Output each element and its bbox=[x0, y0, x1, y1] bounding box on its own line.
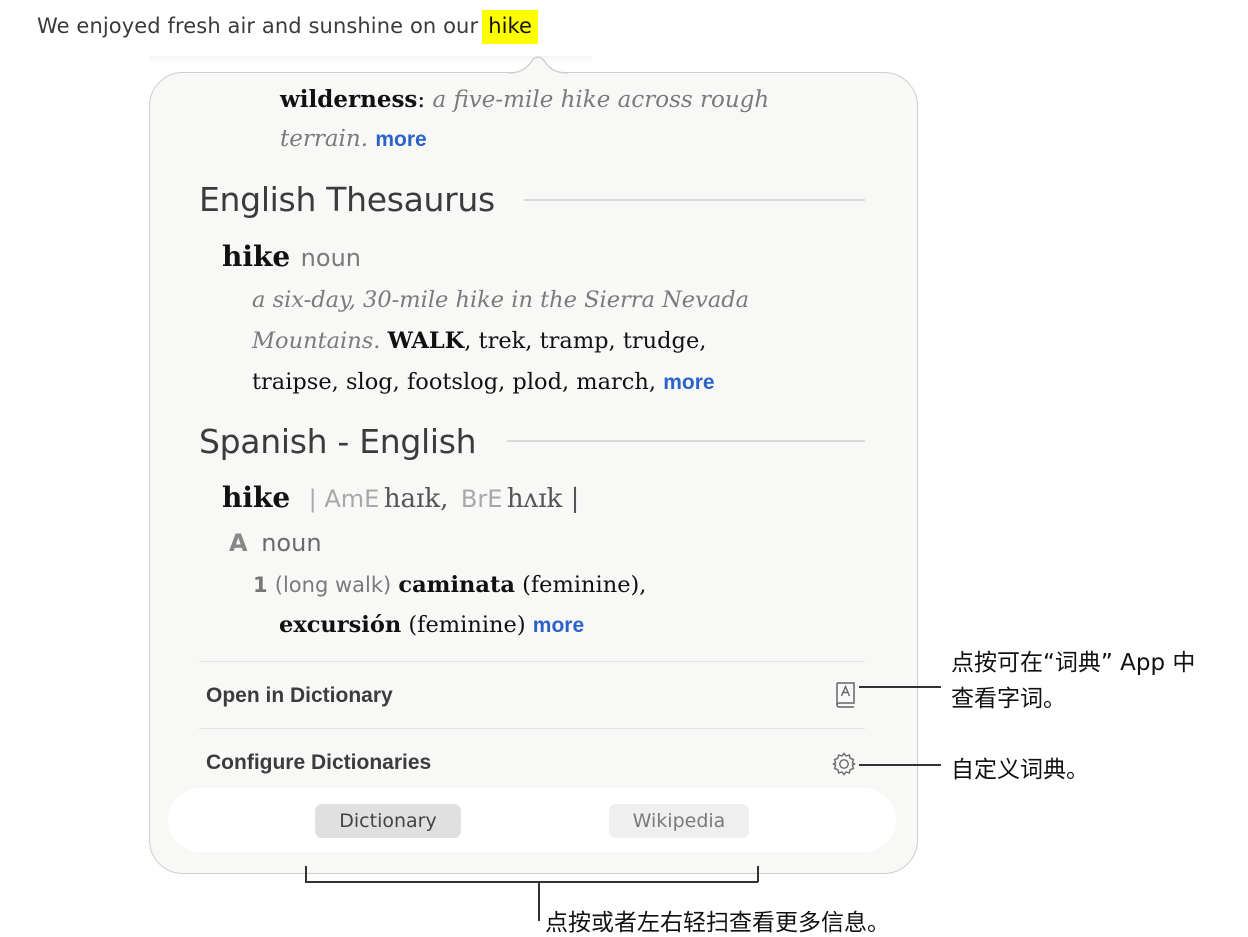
section-title-spanish: Spanish - English bbox=[199, 422, 477, 461]
dictionary-book-icon[interactable] bbox=[835, 681, 857, 714]
section-rule bbox=[507, 440, 865, 442]
spanish-headword: hike bbox=[222, 481, 291, 514]
bracket-right bbox=[757, 866, 759, 882]
translation-2: excursión bbox=[279, 612, 402, 638]
sense-letter: A bbox=[229, 529, 248, 557]
configure-dictionaries-button[interactable]: Configure Dictionaries bbox=[206, 751, 431, 775]
sense-number: 1 bbox=[253, 573, 268, 597]
bracket-bottom bbox=[305, 881, 758, 883]
bracket-left bbox=[305, 866, 307, 882]
definition-line-2: terrain. more bbox=[280, 126, 427, 152]
definition-example: a five-mile hike across rough bbox=[432, 87, 770, 113]
pron-bre: hʌɪk | bbox=[506, 484, 580, 514]
sense-pos: noun bbox=[261, 529, 322, 557]
more-link-definition[interactable]: more bbox=[375, 128, 426, 151]
callout-tabs: 点按或者左右轻扫查看更多信息。 bbox=[545, 910, 890, 936]
thesaurus-synonyms: , trek, tramp, trudge, bbox=[464, 328, 707, 354]
definition-line: wilderness: a five-mile hike across roug… bbox=[280, 86, 769, 113]
callout-configure: 自定义词典。 bbox=[951, 757, 1089, 783]
context-sentence: We enjoyed fresh air and sunshine on our… bbox=[37, 10, 539, 44]
spanish-headword-line: hike | AmE haɪk, BrE hʌɪk | bbox=[222, 481, 579, 514]
thesaurus-headword-line: hike noun bbox=[222, 240, 361, 273]
source-tab-bar bbox=[168, 788, 896, 852]
section-title-thesaurus: English Thesaurus bbox=[199, 180, 495, 219]
callout-line-open bbox=[859, 686, 941, 688]
sense-line-2: excursión (feminine) more bbox=[279, 612, 584, 638]
tab-wikipedia[interactable]: Wikipedia bbox=[609, 804, 749, 838]
bracket-stem bbox=[538, 881, 540, 921]
callout-line-configure bbox=[859, 764, 941, 766]
definition-term: wilderness bbox=[280, 86, 418, 113]
pron-label-bre: BrE bbox=[460, 485, 503, 513]
thesaurus-headword: hike bbox=[222, 240, 291, 273]
thesaurus-pos: noun bbox=[300, 244, 361, 272]
translation-2-gender: (feminine) bbox=[408, 612, 526, 638]
sense-header: A noun bbox=[229, 529, 322, 557]
definition-colon: : bbox=[417, 87, 426, 113]
pron-label-ame: | AmE bbox=[308, 485, 380, 513]
more-link-spanish[interactable]: more bbox=[533, 614, 584, 637]
thesaurus-primary-synonym: WALK bbox=[387, 328, 465, 354]
thesaurus-synonyms-line: Mountains. WALK, trek, tramp, trudge, bbox=[252, 328, 706, 354]
more-link-thesaurus[interactable]: more bbox=[663, 371, 714, 394]
popover-arrow bbox=[508, 51, 568, 77]
pron-ame: haɪk, bbox=[383, 484, 449, 514]
divider bbox=[199, 728, 865, 729]
definition-example-cont: terrain. bbox=[280, 126, 369, 152]
thesaurus-synonyms-line-2: traipse, slog, footslog, plod, march, mo… bbox=[252, 369, 715, 395]
tab-dictionary[interactable]: Dictionary bbox=[315, 804, 461, 838]
sense-context: (long walk) bbox=[274, 573, 392, 597]
highlighted-word[interactable]: hike bbox=[482, 10, 539, 44]
gear-icon[interactable] bbox=[831, 751, 857, 782]
translation-1-gender: (feminine), bbox=[522, 572, 647, 598]
section-rule bbox=[524, 199, 865, 201]
translation-1: caminata bbox=[398, 572, 515, 598]
open-in-dictionary-button[interactable]: Open in Dictionary bbox=[206, 684, 393, 708]
divider bbox=[199, 661, 865, 662]
sentence-text: We enjoyed fresh air and sunshine on our bbox=[37, 14, 479, 38]
thesaurus-example-line: a six-day, 30-mile hike in the Sierra Ne… bbox=[252, 287, 749, 313]
thesaurus-synonyms-cont: traipse, slog, footslog, plod, march, bbox=[252, 369, 657, 395]
callout-open-line2: 查看字词。 bbox=[951, 686, 1066, 712]
thesaurus-example-cont: Mountains. bbox=[252, 328, 381, 354]
callout-open-line1: 点按可在“词典” App 中 bbox=[951, 650, 1196, 676]
thesaurus-example: a six-day, 30-mile hike in the Sierra Ne… bbox=[252, 287, 750, 313]
sense-line: 1 (long walk) caminata (feminine), bbox=[253, 572, 646, 598]
